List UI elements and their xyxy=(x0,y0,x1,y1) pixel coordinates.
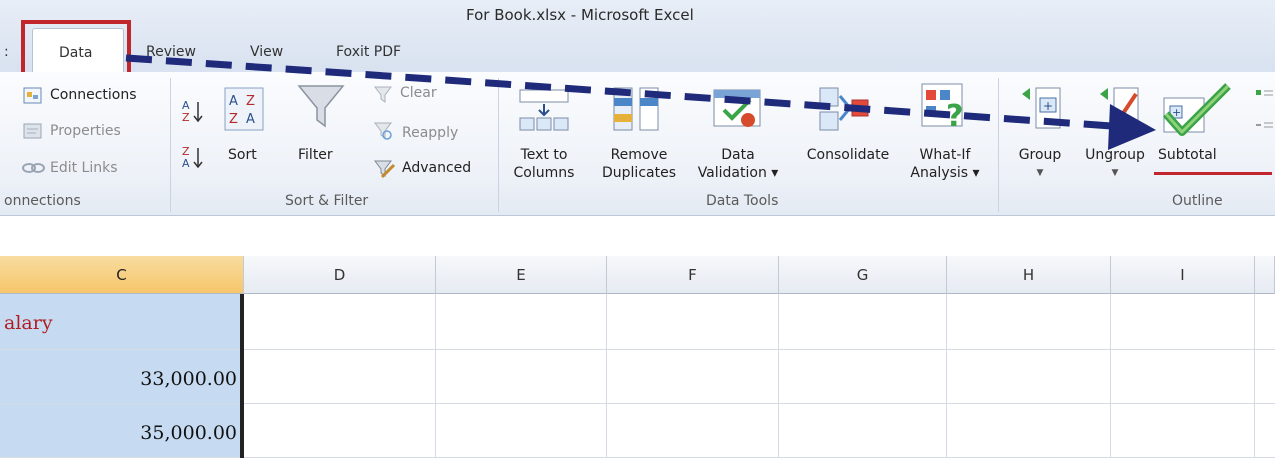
connections-icon xyxy=(22,86,44,106)
excel-window: For Book.xlsx - Microsoft Excel : Data R… xyxy=(0,0,1275,458)
connections-group-label: onnections xyxy=(4,193,81,209)
group-separator xyxy=(170,78,171,212)
advanced-filter-icon xyxy=(372,158,396,180)
what-if-line2: Analysis ▾ xyxy=(910,165,980,181)
edit-links-icon xyxy=(22,160,46,174)
subtotal-button[interactable]: Subtotal xyxy=(1158,146,1217,164)
edit-links-button[interactable]: Edit Links xyxy=(50,161,118,175)
tab-review[interactable]: Review xyxy=(146,44,196,60)
svg-text:+: + xyxy=(1043,99,1053,113)
group-dropdown-icon: ▼ xyxy=(1036,168,1044,178)
svg-text:A: A xyxy=(182,157,190,170)
data-validation-button[interactable]: Data Validation ▾ xyxy=(684,146,792,182)
cell-text: 33,000.00 xyxy=(140,368,237,390)
what-if-analysis-button[interactable]: What-If Analysis ▾ xyxy=(904,146,986,182)
data-tools-group-label: Data Tools xyxy=(706,193,779,209)
advanced-button[interactable]: Advanced xyxy=(402,161,471,175)
group-separator xyxy=(998,78,999,212)
subtotal-icon[interactable]: + xyxy=(1156,80,1234,136)
properties-icon xyxy=(22,121,44,141)
column-header-g[interactable]: G xyxy=(779,256,947,294)
column-header-next[interactable] xyxy=(1255,256,1275,294)
tab-partial: : xyxy=(4,44,9,60)
cell-c2[interactable]: 33,000.00 xyxy=(0,350,244,404)
text-to-columns-icon[interactable] xyxy=(516,86,572,134)
column-header-d[interactable]: D xyxy=(244,256,436,294)
consolidate-button[interactable]: Consolidate xyxy=(796,146,900,164)
properties-button[interactable]: Properties xyxy=(50,124,121,138)
tab-foxit-pdf[interactable]: Foxit PDF xyxy=(336,44,401,60)
clear-button[interactable]: Clear xyxy=(400,86,437,100)
remove-duplicates-button[interactable]: Remove Duplicates xyxy=(598,146,680,182)
sort-dialog-icon[interactable]: AZZA xyxy=(224,87,264,131)
text-to-columns-button[interactable]: Text to Columns xyxy=(508,146,580,182)
remove-duplicates-icon[interactable] xyxy=(608,84,664,134)
text-to-columns-line1: Text to xyxy=(520,147,568,163)
hide-detail-icon[interactable] xyxy=(1254,118,1274,134)
column-header-f[interactable]: F xyxy=(607,256,779,294)
group-button-label: Group xyxy=(1018,147,1062,163)
window-title: For Book.xlsx - Microsoft Excel xyxy=(466,6,694,24)
connections-button[interactable]: Connections xyxy=(50,88,137,102)
outline-group-label: Outline xyxy=(1172,193,1223,209)
svg-text:Z: Z xyxy=(229,112,238,127)
cell-text: 35,000.00 xyxy=(140,422,237,444)
cell-c1[interactable]: alary xyxy=(0,294,244,350)
data-validation-line1: Data xyxy=(721,147,755,163)
what-if-line1: What-If xyxy=(919,147,971,163)
filter-icon[interactable] xyxy=(296,82,346,132)
sort-a-to-z-icon[interactable]: AZ xyxy=(180,98,206,124)
svg-text:A: A xyxy=(246,112,255,127)
worksheet-grid: C D E F G H I alary 33,000.00 35,000.00 xyxy=(0,256,1275,458)
sort-button[interactable]: Sort xyxy=(228,146,257,164)
what-if-analysis-icon[interactable]: ? xyxy=(918,80,974,134)
clear-filter-icon xyxy=(372,84,394,104)
show-detail-icon[interactable] xyxy=(1254,86,1274,102)
grid-lines xyxy=(244,294,1275,458)
data-validation-icon[interactable] xyxy=(710,84,766,134)
cell-text: alary xyxy=(4,312,53,334)
svg-text:Z: Z xyxy=(246,94,255,109)
consolidate-icon[interactable] xyxy=(816,84,872,134)
column-header-c[interactable]: C xyxy=(0,256,244,294)
ungroup-dropdown-icon: ▼ xyxy=(1111,168,1119,178)
column-header-e[interactable]: E xyxy=(436,256,607,294)
ungroup-button-label: Ungroup xyxy=(1085,147,1145,163)
group-separator xyxy=(498,78,499,212)
data-validation-line2: Validation ▾ xyxy=(697,165,779,181)
ungroup-button[interactable]: Ungroup ▼ xyxy=(1076,146,1154,182)
remove-duplicates-line2: Duplicates xyxy=(602,165,676,181)
cell-c3[interactable]: 35,000.00 xyxy=(0,404,244,458)
column-header-h[interactable]: H xyxy=(947,256,1111,294)
data-tab-highlight xyxy=(21,20,131,78)
group-icon[interactable]: + xyxy=(1018,84,1066,134)
remove-duplicates-line1: Remove xyxy=(610,147,668,163)
svg-text:?: ? xyxy=(946,99,963,134)
subtotal-underline xyxy=(1154,172,1272,175)
sort-filter-group-label: Sort & Filter xyxy=(285,193,369,209)
ungroup-icon[interactable] xyxy=(1096,84,1144,134)
title-bar: For Book.xlsx - Microsoft Excel : Data R… xyxy=(0,0,1275,78)
tab-view[interactable]: View xyxy=(250,44,283,60)
filter-button[interactable]: Filter xyxy=(298,146,333,164)
text-to-columns-line2: Columns xyxy=(513,165,575,181)
reapply-button[interactable]: Reapply xyxy=(402,126,458,140)
column-header-i[interactable]: I xyxy=(1111,256,1255,294)
svg-text:A: A xyxy=(229,94,238,109)
group-button[interactable]: Group ▼ xyxy=(1012,146,1068,182)
svg-text:Z: Z xyxy=(182,111,190,124)
reapply-icon xyxy=(372,120,394,142)
sort-z-to-a-icon[interactable]: ZA xyxy=(180,144,206,170)
